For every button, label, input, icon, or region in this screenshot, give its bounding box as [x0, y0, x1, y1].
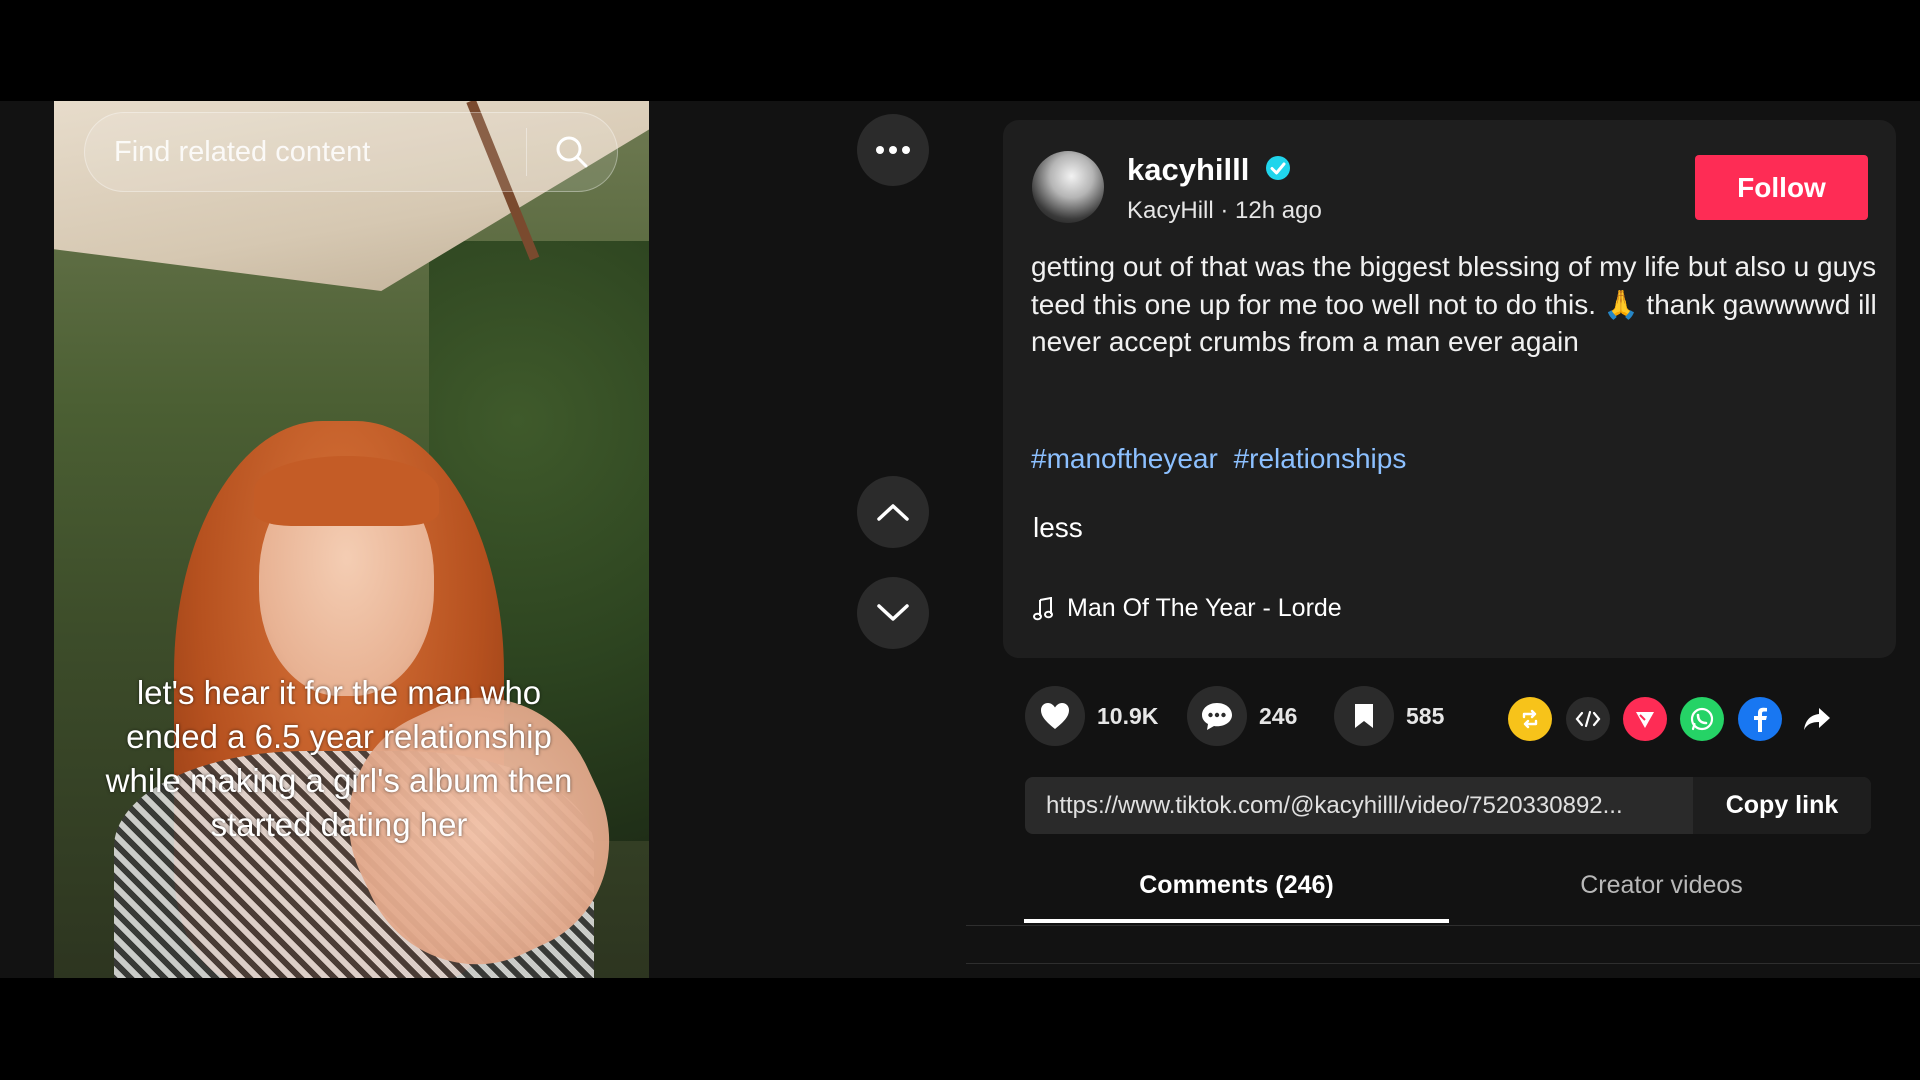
post-description: getting out of that was the biggest bles… — [1031, 251, 1877, 357]
separator-dot: · — [1220, 197, 1236, 224]
save-count: 585 — [1406, 702, 1445, 729]
find-related-search[interactable]: Find related content — [84, 112, 618, 192]
hashtag-link[interactable]: #manoftheyear — [1031, 443, 1218, 474]
chevron-down-icon — [877, 604, 909, 621]
verified-badge-icon — [1266, 156, 1290, 180]
more-dots-icon — [876, 146, 910, 154]
like-stat[interactable]: 10.9K — [1025, 686, 1158, 746]
comment-stat[interactable]: 246 — [1187, 686, 1297, 746]
app-area: Find related content let's hear it for t… — [0, 101, 1920, 978]
author-subline: KacyHill · 12h ago — [1127, 197, 1322, 225]
facebook-icon[interactable] — [1738, 697, 1782, 741]
post-card: kacyhilll KacyHill · 12h ago Follow gett… — [1003, 120, 1896, 658]
time-ago: 12h ago — [1235, 197, 1322, 224]
username[interactable]: kacyhilll — [1127, 152, 1249, 188]
tab-comments[interactable]: Comments (246) — [1024, 871, 1449, 900]
comment-count: 246 — [1259, 702, 1298, 729]
actions-bar: 10.9K 246 585 — [1025, 686, 1885, 751]
embed-icon[interactable] — [1566, 697, 1610, 741]
more-options-button[interactable] — [857, 114, 929, 186]
like-count: 10.9K — [1097, 702, 1159, 729]
comment-icon[interactable] — [1187, 686, 1247, 746]
next-video-button[interactable] — [857, 577, 929, 649]
video-person-bangs — [254, 456, 439, 526]
save-stat[interactable]: 585 — [1334, 686, 1444, 746]
search-icon[interactable] — [527, 112, 617, 192]
video-link[interactable]: https://www.tiktok.com/@kacyhilll/video/… — [1046, 792, 1686, 820]
video-player[interactable]: Find related content let's hear it for t… — [54, 101, 649, 978]
repost-icon[interactable] — [1508, 697, 1552, 741]
copy-link-button[interactable]: Copy link — [1693, 777, 1871, 834]
share-arrow-icon[interactable] — [1795, 697, 1839, 741]
whatsapp-icon[interactable] — [1680, 697, 1724, 741]
hashtag-link[interactable]: #relationships — [1234, 443, 1407, 474]
send-to-friends-icon[interactable] — [1623, 697, 1667, 741]
tab-creator-videos[interactable]: Creator videos — [1449, 871, 1874, 900]
display-name[interactable]: KacyHill — [1127, 197, 1214, 224]
music-title[interactable]: Man Of The Year - Lorde — [1067, 594, 1342, 623]
music-link[interactable]: Man Of The Year - Lorde — [1033, 594, 1342, 623]
follow-button[interactable]: Follow — [1695, 155, 1868, 220]
heart-icon[interactable] — [1025, 686, 1085, 746]
music-note-icon — [1033, 596, 1053, 620]
bookmark-icon[interactable] — [1334, 686, 1394, 746]
active-tab-underline — [1024, 919, 1449, 923]
video-caption: let's hear it for the man who ended a 6.… — [105, 674, 573, 843]
less-toggle[interactable]: less — [1033, 512, 1083, 544]
divider — [966, 963, 1920, 964]
hashtags: #manoftheyear #relationships — [1031, 443, 1414, 475]
link-box: https://www.tiktok.com/@kacyhilll/video/… — [1025, 777, 1871, 834]
details-panel: kacyhilll KacyHill · 12h ago Follow gett… — [966, 101, 1920, 978]
chevron-up-icon — [877, 504, 909, 521]
tabs-bar: Comments (246) Creator videos — [966, 849, 1920, 926]
previous-video-button[interactable] — [857, 476, 929, 548]
search-placeholder[interactable]: Find related content — [114, 136, 526, 169]
avatar[interactable] — [1032, 151, 1104, 223]
